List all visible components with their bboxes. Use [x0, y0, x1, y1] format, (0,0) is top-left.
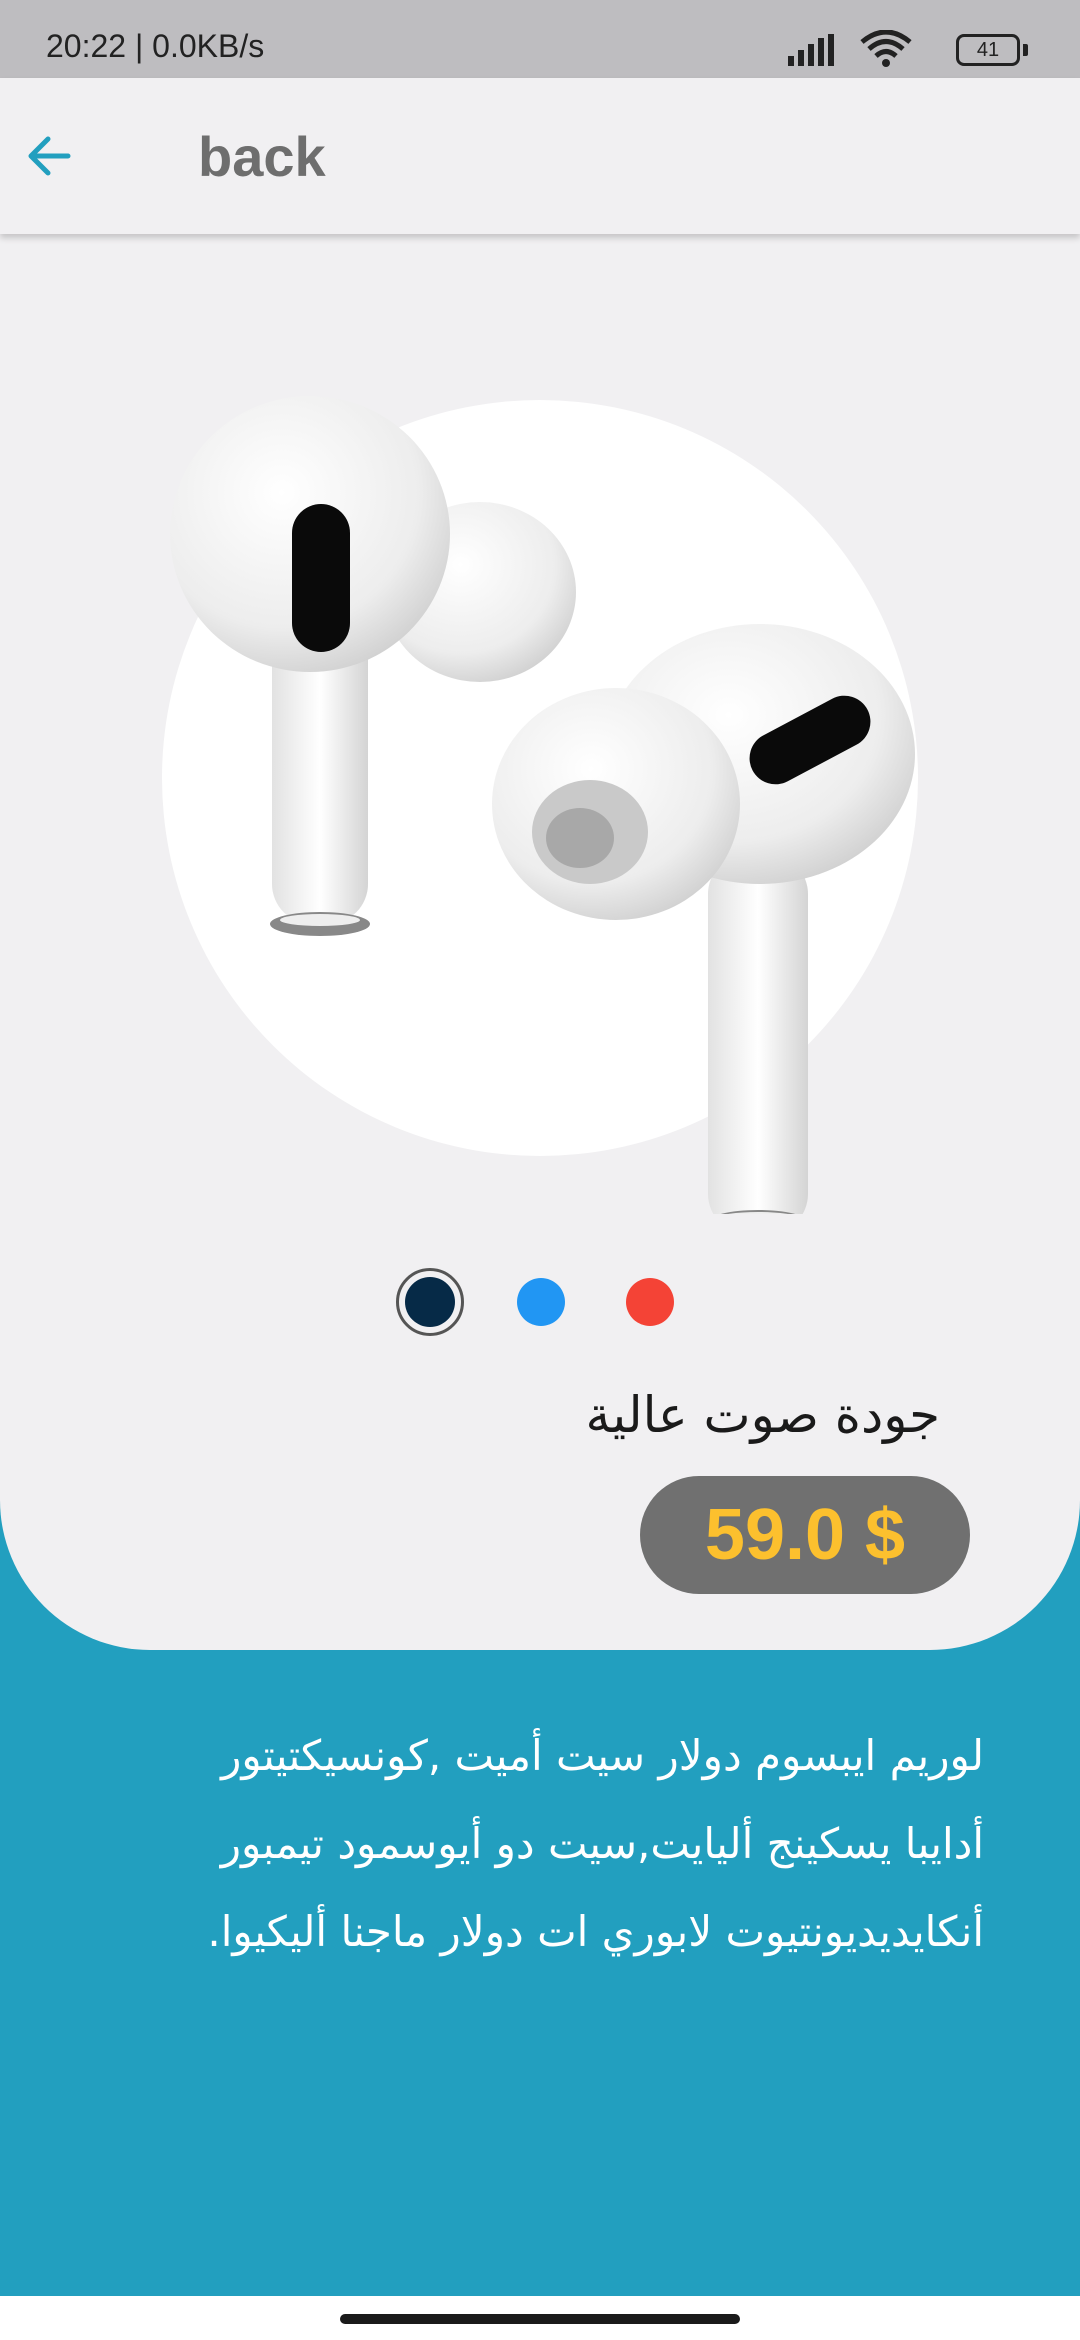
app-bar: back: [0, 78, 1080, 234]
arrow-left-icon[interactable]: [20, 126, 80, 186]
wireless-earbuds-image: [170, 396, 915, 1214]
status-time: 20:22 | 0.0KB/s: [46, 28, 265, 64]
product-description: لوريم ايبسوم دولار سيت أميت ,كونسيكتيتور…: [84, 1712, 984, 1976]
battery-icon: 41: [956, 34, 1028, 66]
description-line: لوريم ايبسوم دولار سيت أميت ,كونسيكتيتور: [221, 1731, 984, 1780]
battery-level: 41: [956, 34, 1020, 66]
color-option-dark-navy[interactable]: [396, 1268, 464, 1336]
back-label[interactable]: back: [198, 124, 326, 189]
home-indicator[interactable]: [340, 2314, 740, 2324]
product-card: جودة صوت عالية 59.0 $: [0, 234, 1080, 1650]
signal-icon: [788, 34, 834, 66]
price-badge: 59.0 $: [640, 1476, 970, 1594]
color-option-red[interactable]: [626, 1278, 674, 1326]
status-bar: 20:22 | 0.0KB/s 41: [0, 0, 1080, 78]
color-swatch: [405, 1277, 455, 1327]
system-nav-bar: [0, 2296, 1080, 2340]
product-title: جودة صوت عالية: [585, 1386, 940, 1444]
color-option-blue[interactable]: [517, 1278, 565, 1326]
wifi-icon: [860, 30, 912, 67]
status-icons: 41: [768, 30, 1028, 70]
description-line: أنكايديديونتيوت لابوري ات دولار ماجنا أل…: [207, 1907, 984, 1956]
description-line: أدايبا يسكينج أليايت,سيت دو أيوسمود تيمب…: [220, 1819, 984, 1868]
